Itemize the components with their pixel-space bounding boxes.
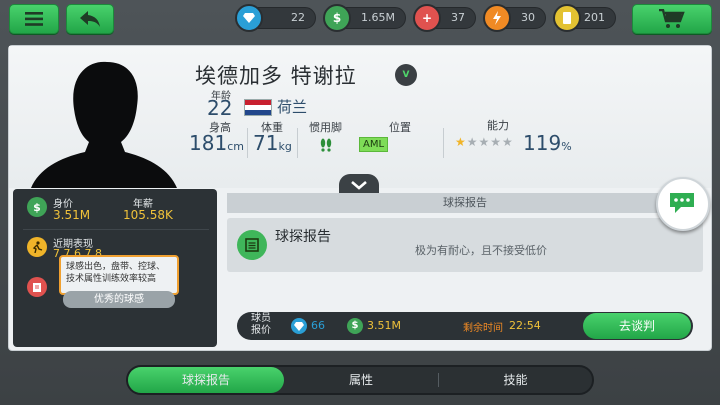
compare-icon[interactable]: V xyxy=(395,64,417,86)
star-filled-icon: ★ xyxy=(455,135,467,149)
player-silhouette xyxy=(31,61,177,188)
shop-button[interactable] xyxy=(632,4,712,34)
footprints-icon xyxy=(320,138,332,152)
player-name: 埃德加多 特谢拉 xyxy=(195,64,357,88)
diamond-value: 22 xyxy=(291,11,305,24)
wage-value: 105.58K xyxy=(123,208,173,222)
position-badge: AML xyxy=(359,137,389,152)
star-rating: ★★★★★ xyxy=(455,135,514,149)
weight-unit: kg xyxy=(278,140,292,153)
energy-value: 30 xyxy=(521,11,535,24)
cart-icon xyxy=(659,9,685,28)
position-label: 位置 xyxy=(389,121,411,134)
netherlands-flag-icon xyxy=(244,99,272,116)
back-button[interactable] xyxy=(66,4,114,34)
card-counter: 201 xyxy=(553,4,616,32)
age-value: 22 xyxy=(207,96,233,120)
bottom-tab-bar: 球探报告 属性 技能 xyxy=(126,365,594,395)
back-arrow-icon xyxy=(80,11,100,27)
top-bar: 22 $ 1.65M + 37 30 201 xyxy=(0,0,720,36)
menu-button[interactable] xyxy=(9,4,59,34)
running-player-icon xyxy=(27,237,47,257)
weight-value: 71kg xyxy=(253,131,292,155)
offer-label: 球员 报价 xyxy=(251,313,271,337)
offer-label-line1: 球员 xyxy=(251,313,271,324)
ability-unit: % xyxy=(561,140,572,153)
time-value: 22:54 xyxy=(509,319,541,332)
diamond-counter: 22 xyxy=(235,4,316,32)
trait-badge[interactable]: 优秀的球感 xyxy=(63,291,175,308)
nationality: 荷兰 xyxy=(277,98,308,116)
medkit-icon: + xyxy=(413,4,441,32)
chevron-down-icon xyxy=(351,181,367,190)
ability-number: 119 xyxy=(523,131,562,155)
scout-note-icon xyxy=(27,277,47,297)
tab-attributes[interactable]: 属性 xyxy=(284,367,438,393)
energy-icon xyxy=(483,4,511,32)
offer-diamonds: 66 xyxy=(311,319,325,332)
divider xyxy=(443,128,444,158)
height-value: 181cm xyxy=(189,131,244,155)
cash-counter: $ 1.65M xyxy=(323,4,406,32)
star-empty-icon: ★★★★ xyxy=(466,135,514,149)
scout-report-box: 球探报告 极为有耐心，且不接受低价 xyxy=(227,218,703,272)
trait-tooltip: 球感出色，盘带、控球、技术属性训练效率较高 xyxy=(59,255,179,300)
player-header: 埃德加多 特谢拉 V 年龄 22 荷兰 身高 181cm 体重 71kg 惯用脚… xyxy=(9,46,711,188)
diamond-icon xyxy=(235,4,263,32)
offer-label-line2: 报价 xyxy=(251,325,271,336)
negotiate-button[interactable]: 去谈判 xyxy=(583,313,691,339)
weight-number: 71 xyxy=(253,131,279,155)
medkit-counter: + 37 xyxy=(413,4,476,32)
foot-label: 惯用脚 xyxy=(309,121,342,134)
cash-icon: $ xyxy=(323,4,351,32)
diamond-icon xyxy=(291,318,307,334)
ability-value: 119% xyxy=(523,131,572,155)
scout-report-header: 球探报告 xyxy=(227,193,703,213)
report-title: 球探报告 xyxy=(275,229,331,245)
energy-counter: 30 xyxy=(483,4,546,32)
height-unit: cm xyxy=(227,140,244,153)
divider xyxy=(23,229,209,230)
chat-button[interactable] xyxy=(656,177,710,231)
divider xyxy=(247,128,248,158)
market-value: 3.51M xyxy=(53,208,91,222)
cash-icon: $ xyxy=(347,318,363,334)
card-value: 201 xyxy=(584,11,605,24)
time-label: 剩余时间 xyxy=(463,323,503,334)
report-list-icon xyxy=(237,230,267,260)
player-info-panel: $ 身价 3.51M 年薪 105.58K 近期表现 7 7 6 7 8 球感出… xyxy=(13,189,217,347)
height-number: 181 xyxy=(189,131,228,155)
chat-bubble-icon xyxy=(670,193,694,213)
tab-scout-report[interactable]: 球探报告 xyxy=(128,367,284,393)
card-icon xyxy=(553,4,581,32)
report-text: 极为有耐心，且不接受低价 xyxy=(415,244,547,257)
ability-label: 能力 xyxy=(487,119,509,132)
cash-icon: $ xyxy=(27,197,47,217)
player-card: 埃德加多 特谢拉 V 年龄 22 荷兰 身高 181cm 体重 71kg 惯用脚… xyxy=(8,45,712,351)
divider xyxy=(297,128,298,158)
tab-skills[interactable]: 技能 xyxy=(439,367,592,393)
menu-icon xyxy=(25,12,43,26)
offer-bar: 球员 报价 66 $ 3.51M 剩余时间 22:54 去谈判 xyxy=(237,312,693,340)
cash-value: 1.65M xyxy=(361,11,395,24)
medkit-value: 37 xyxy=(451,11,465,24)
offer-cash: 3.51M xyxy=(367,319,401,332)
